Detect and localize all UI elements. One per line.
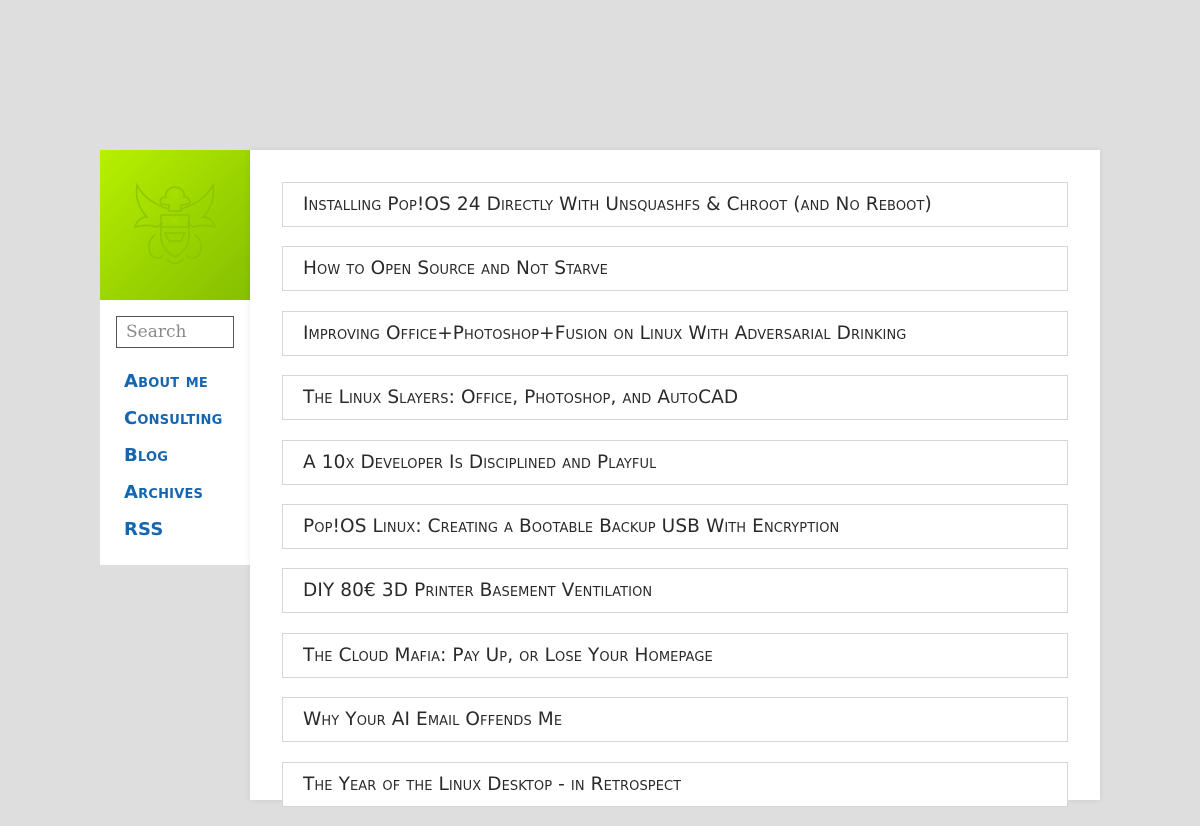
nav-link-about-me[interactable]: About me [124, 371, 208, 392]
post-title: The Cloud Mafia: Pay Up, or Lose Your Ho… [303, 644, 713, 666]
nav-item-about: About me [124, 368, 222, 405]
post-title: The Linux Slayers: Office, Photoshop, an… [303, 387, 739, 409]
post-item[interactable]: Pop!OS Linux: Creating a Bootable Backup… [282, 503, 1068, 549]
post-item[interactable]: A 10x Developer Is Disciplined and Playf… [282, 439, 1068, 485]
post-list: Installing Pop!OS 24 Directly With Unsqu… [282, 182, 1068, 826]
post-item[interactable]: How to Open Source and Not Starve [282, 246, 1068, 292]
nav-link-blog[interactable]: Blog [124, 445, 168, 466]
sidebar: About me Consulting Blog Archives RSS [100, 150, 250, 565]
post-item[interactable]: Improving Office+Photoshop+Fusion on Lin… [282, 310, 1068, 356]
post-title: DIY 80€ 3D Printer Basement Ventilation [303, 580, 653, 602]
post-item[interactable]: The Linux Slayers: Office, Photoshop, an… [282, 375, 1068, 421]
nav-link-rss[interactable]: RSS [124, 519, 164, 540]
post-title: A 10x Developer Is Disciplined and Playf… [303, 451, 657, 473]
eagle-crest-icon [133, 182, 217, 265]
nav-item-blog: Blog [124, 442, 222, 479]
post-title: How to Open Source and Not Starve [303, 258, 608, 280]
nav-item-consulting: Consulting [124, 405, 222, 442]
post-title: Improving Office+Photoshop+Fusion on Lin… [303, 322, 907, 344]
site-logo[interactable] [100, 150, 250, 300]
main-content: Installing Pop!OS 24 Directly With Unsqu… [250, 150, 1100, 807]
nav-item-rss: RSS [124, 516, 222, 553]
post-title: The Year of the Linux Desktop - in Retro… [303, 773, 682, 795]
nav-link-consulting[interactable]: Consulting [124, 408, 222, 429]
post-title: Why Your AI Email Offends Me [303, 709, 563, 731]
post-title: Pop!OS Linux: Creating a Bootable Backup… [303, 515, 840, 537]
nav-link-archives[interactable]: Archives [124, 482, 203, 503]
post-item[interactable]: DIY 80€ 3D Printer Basement Ventilation [282, 568, 1068, 614]
nav-item-archives: Archives [124, 479, 222, 516]
main-nav: About me Consulting Blog Archives RSS [124, 368, 222, 553]
post-item[interactable]: Why Your AI Email Offends Me [282, 697, 1068, 743]
post-item[interactable]: Installing Pop!OS 24 Directly With Unsqu… [282, 182, 1068, 227]
search-input[interactable] [116, 316, 234, 348]
post-item[interactable]: The Cloud Mafia: Pay Up, or Lose Your Ho… [282, 632, 1068, 678]
post-title: Installing Pop!OS 24 Directly With Unsqu… [303, 194, 932, 215]
